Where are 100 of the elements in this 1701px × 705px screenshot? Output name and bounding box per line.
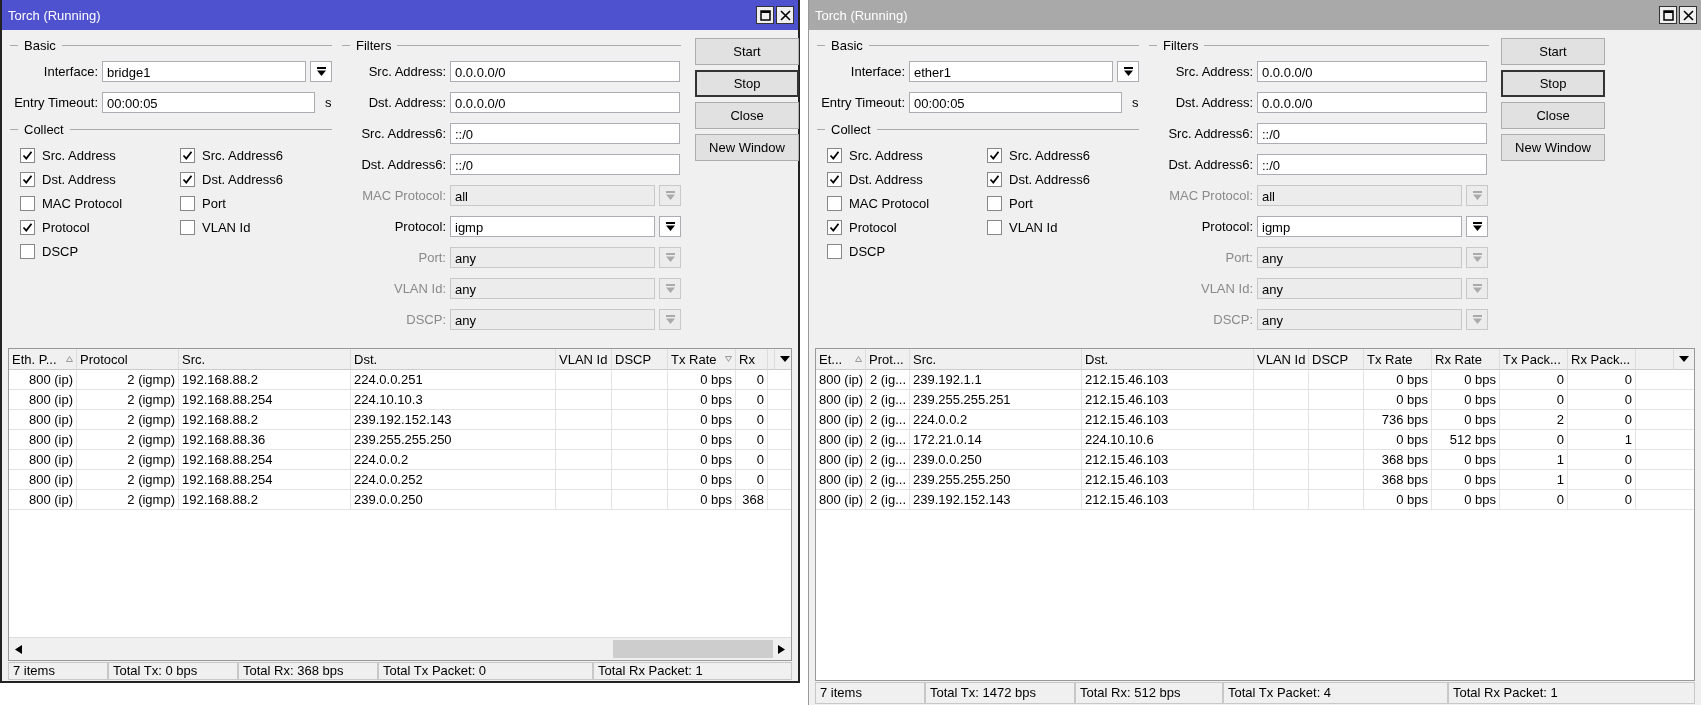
table-cell: 192.168.88.254 xyxy=(179,450,351,470)
action-button[interactable]: Stop xyxy=(695,70,799,97)
field-label: Src. Address6: xyxy=(1167,126,1253,141)
table-cell xyxy=(612,470,668,490)
table-cell xyxy=(1309,390,1364,410)
table-cell: 2 (igmp) xyxy=(77,430,179,450)
dropdown-icon xyxy=(665,315,675,324)
close-icon xyxy=(1682,9,1694,21)
checkbox[interactable]: MAC Protocol xyxy=(20,194,180,212)
column-header[interactable]: Tx Rate xyxy=(668,349,736,370)
table-cell: 0 bps xyxy=(1364,370,1432,390)
field-label: Protocol: xyxy=(393,219,446,234)
action-button[interactable]: Close xyxy=(695,102,799,129)
table-cell: 239.192.152.143 xyxy=(351,410,556,430)
check-icon xyxy=(22,149,33,161)
table-cell: 0 xyxy=(1568,370,1636,390)
table-cell: 224.10.10.6 xyxy=(1082,430,1254,450)
check-icon xyxy=(182,173,193,185)
column-header[interactable]: Src. xyxy=(179,349,351,370)
status-text: Total Tx Packet: 4 xyxy=(1228,685,1332,700)
status-text: Total Rx: 368 bps xyxy=(243,663,344,678)
dropdown-button[interactable] xyxy=(659,216,681,237)
column-header[interactable]: Dst. xyxy=(351,349,556,370)
dropdown-button[interactable] xyxy=(310,61,332,82)
scroll-right-icon xyxy=(777,644,785,654)
field-label: Interface: xyxy=(42,64,98,79)
check-icon xyxy=(829,149,840,161)
table-cell: 368 xyxy=(736,490,768,510)
input-field[interactable]: ::/0 xyxy=(450,154,680,175)
field-label: Interface: xyxy=(849,64,905,79)
column-header[interactable]: Rx xyxy=(736,349,768,370)
input-field[interactable]: 0.0.0.0/0 xyxy=(450,61,680,82)
field-label: VLAN Id: xyxy=(1199,281,1253,296)
select-field[interactable]: igmp xyxy=(450,216,655,237)
checkbox[interactable]: Src. Address xyxy=(20,146,180,164)
field-label: Dst. Address: xyxy=(1174,95,1253,110)
table-cell: 0 xyxy=(736,450,768,470)
input-field[interactable]: 0.0.0.0/0 xyxy=(450,92,680,113)
window-title: Torch (Running) xyxy=(815,7,908,23)
column-header[interactable]: DSCP xyxy=(612,349,668,370)
field-label: MAC Protocol: xyxy=(1168,188,1253,203)
check-icon xyxy=(989,173,1000,185)
table-cell: 0 xyxy=(1568,410,1636,430)
caret-icon xyxy=(780,356,790,362)
checkbox[interactable]: Dst. Address xyxy=(20,170,180,188)
table-cell: 2 (igmp) xyxy=(77,370,179,390)
checkbox[interactable]: Dst. Address6 xyxy=(180,170,340,188)
field-label: Entry Timeout: xyxy=(13,95,98,110)
column-header[interactable]: Protocol xyxy=(77,349,179,370)
table-cell xyxy=(612,390,668,410)
table-cell: 172.21.0.14 xyxy=(910,430,1082,450)
action-button[interactable]: Start xyxy=(695,38,799,65)
maximize-icon xyxy=(759,9,771,21)
field-label: Dst. Address6: xyxy=(360,157,446,172)
field-label: Port: xyxy=(1224,250,1253,265)
table-cell: 0 bps xyxy=(1364,430,1432,450)
table-cell xyxy=(612,430,668,450)
checkbox[interactable]: Src. Address6 xyxy=(180,146,340,164)
field-label: DSCP: xyxy=(405,312,446,327)
entry-timeout-field[interactable]: 00:00:05 xyxy=(102,92,315,113)
table-cell xyxy=(1254,390,1309,410)
dropdown-icon xyxy=(1472,222,1482,231)
table-cell xyxy=(612,370,668,390)
table-cell: 800 (ip) xyxy=(9,410,77,430)
table-cell xyxy=(1309,430,1364,450)
section-heading: Collect xyxy=(831,121,871,137)
dropdown-icon xyxy=(665,191,675,200)
column-menu-button[interactable] xyxy=(775,349,791,370)
check-icon xyxy=(22,173,33,185)
horizontal-scrollbar[interactable] xyxy=(9,637,791,660)
table-cell: 224.10.10.3 xyxy=(351,390,556,410)
unit-label: s xyxy=(325,95,332,110)
column-header[interactable]: Eth. P... xyxy=(9,349,77,370)
checkbox[interactable]: DSCP xyxy=(20,242,180,260)
field-label: DSCP: xyxy=(1212,312,1253,327)
field-label: Dst. Address: xyxy=(367,95,446,110)
table-cell: 2 (ig... xyxy=(866,470,910,490)
interface-field[interactable]: bridge1 xyxy=(102,61,307,82)
checkbox[interactable]: Protocol xyxy=(20,218,180,236)
table-cell: 2 (ig... xyxy=(866,390,910,410)
maximize-button[interactable] xyxy=(756,6,774,24)
table-cell xyxy=(556,390,612,410)
table-cell: 800 (ip) xyxy=(9,450,77,470)
close-button[interactable] xyxy=(776,6,794,24)
checkbox[interactable]: Port xyxy=(180,194,340,212)
section-heading: Basic xyxy=(831,37,863,53)
table-cell xyxy=(612,410,668,430)
dropdown-icon xyxy=(316,67,326,76)
section-heading: Filters xyxy=(1163,37,1199,53)
table-cell: 800 (ip) xyxy=(816,490,866,510)
table-cell: 2 (igmp) xyxy=(77,470,179,490)
table-cell: 800 (ip) xyxy=(9,490,77,510)
input-field[interactable]: ::/0 xyxy=(450,123,680,144)
table-cell: 0 xyxy=(1500,490,1568,510)
caret-icon xyxy=(1679,356,1689,362)
checkbox[interactable]: VLAN Id xyxy=(180,218,340,236)
column-header[interactable]: VLAN Id xyxy=(556,349,612,370)
table-cell: 212.15.46.103 xyxy=(1082,450,1254,470)
action-button[interactable]: New Window xyxy=(695,134,799,161)
table-cell: 2 (ig... xyxy=(866,490,910,510)
